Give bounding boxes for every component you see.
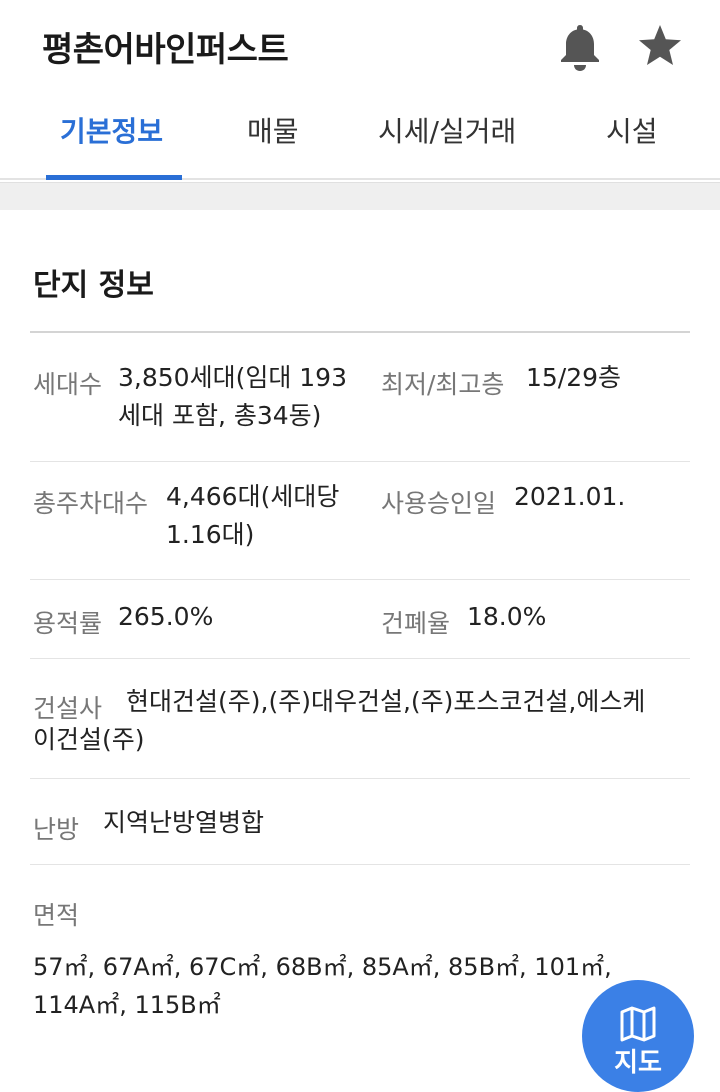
map-icon [620,1006,656,1042]
tab-listings[interactable]: 매물 [247,110,299,150]
builder-value-line1: 현대건설(주),(주)대우건설,(주)포스코건설,에스케 [126,687,646,716]
parking-value-line1: 4,466대(세대당 [166,482,340,511]
coverage-ratio-value: 18.0% [467,602,547,631]
bell-icon[interactable] [558,22,602,72]
map-button[interactable]: 지도 [582,980,694,1092]
tab-price-transactions[interactable]: 시세/실거래 [378,110,516,150]
tab-basic-info[interactable]: 기본정보 [60,110,163,150]
floors-value: 15/29층 [526,363,622,392]
divider [30,461,690,462]
divider [30,579,690,580]
households-value-line1: 3,850세대(임대 193 [118,363,347,392]
approval-date-label: 사용승인일 [381,489,497,518]
households-label: 세대수 [33,370,103,399]
tab-facilities[interactable]: 시설 [606,110,658,150]
active-tab-indicator [46,175,182,180]
households-value-line2: 세대 포함, 총34동) [118,401,322,430]
app-header: 평촌어바인퍼스트 [0,0,720,88]
parking-label: 총주차대수 [33,489,149,518]
divider [30,658,690,659]
star-icon[interactable] [636,22,684,70]
section-title: 단지 정보 [33,268,154,303]
approval-date-value: 2021.01. [514,482,626,511]
builder-label: 건설사 [33,694,103,723]
area-label: 면적 [33,901,80,930]
section-separator [0,182,720,210]
coverage-ratio-label: 건폐율 [381,609,451,638]
divider [30,864,690,865]
map-button-label: 지도 [614,1048,662,1078]
divider [30,778,690,779]
area-value-line2: 114A㎡, 115B㎡ [33,991,221,1019]
heating-label: 난방 [33,815,80,844]
divider [30,331,690,333]
tab-bar: 기본정보 매물 시세/실거래 시설 [0,88,720,180]
builder-value-line2: 이건설(주) [33,725,145,754]
area-value-line1: 57㎡, 67A㎡, 67C㎡, 68B㎡, 85A㎡, 85B㎡, 101㎡, [33,953,612,981]
heating-value: 지역난방열병합 [103,808,265,837]
parking-value-line2: 1.16대) [166,520,255,549]
floor-area-ratio-value: 265.0% [118,602,214,631]
floors-label: 최저/최고층 [381,370,505,399]
floor-area-ratio-label: 용적률 [33,609,103,638]
complex-info-panel: 단지 정보 세대수 3,850세대(임대 193 세대 포함, 총34동) 최저… [0,210,720,1059]
page-title: 평촌어바인퍼스트 [42,30,289,70]
